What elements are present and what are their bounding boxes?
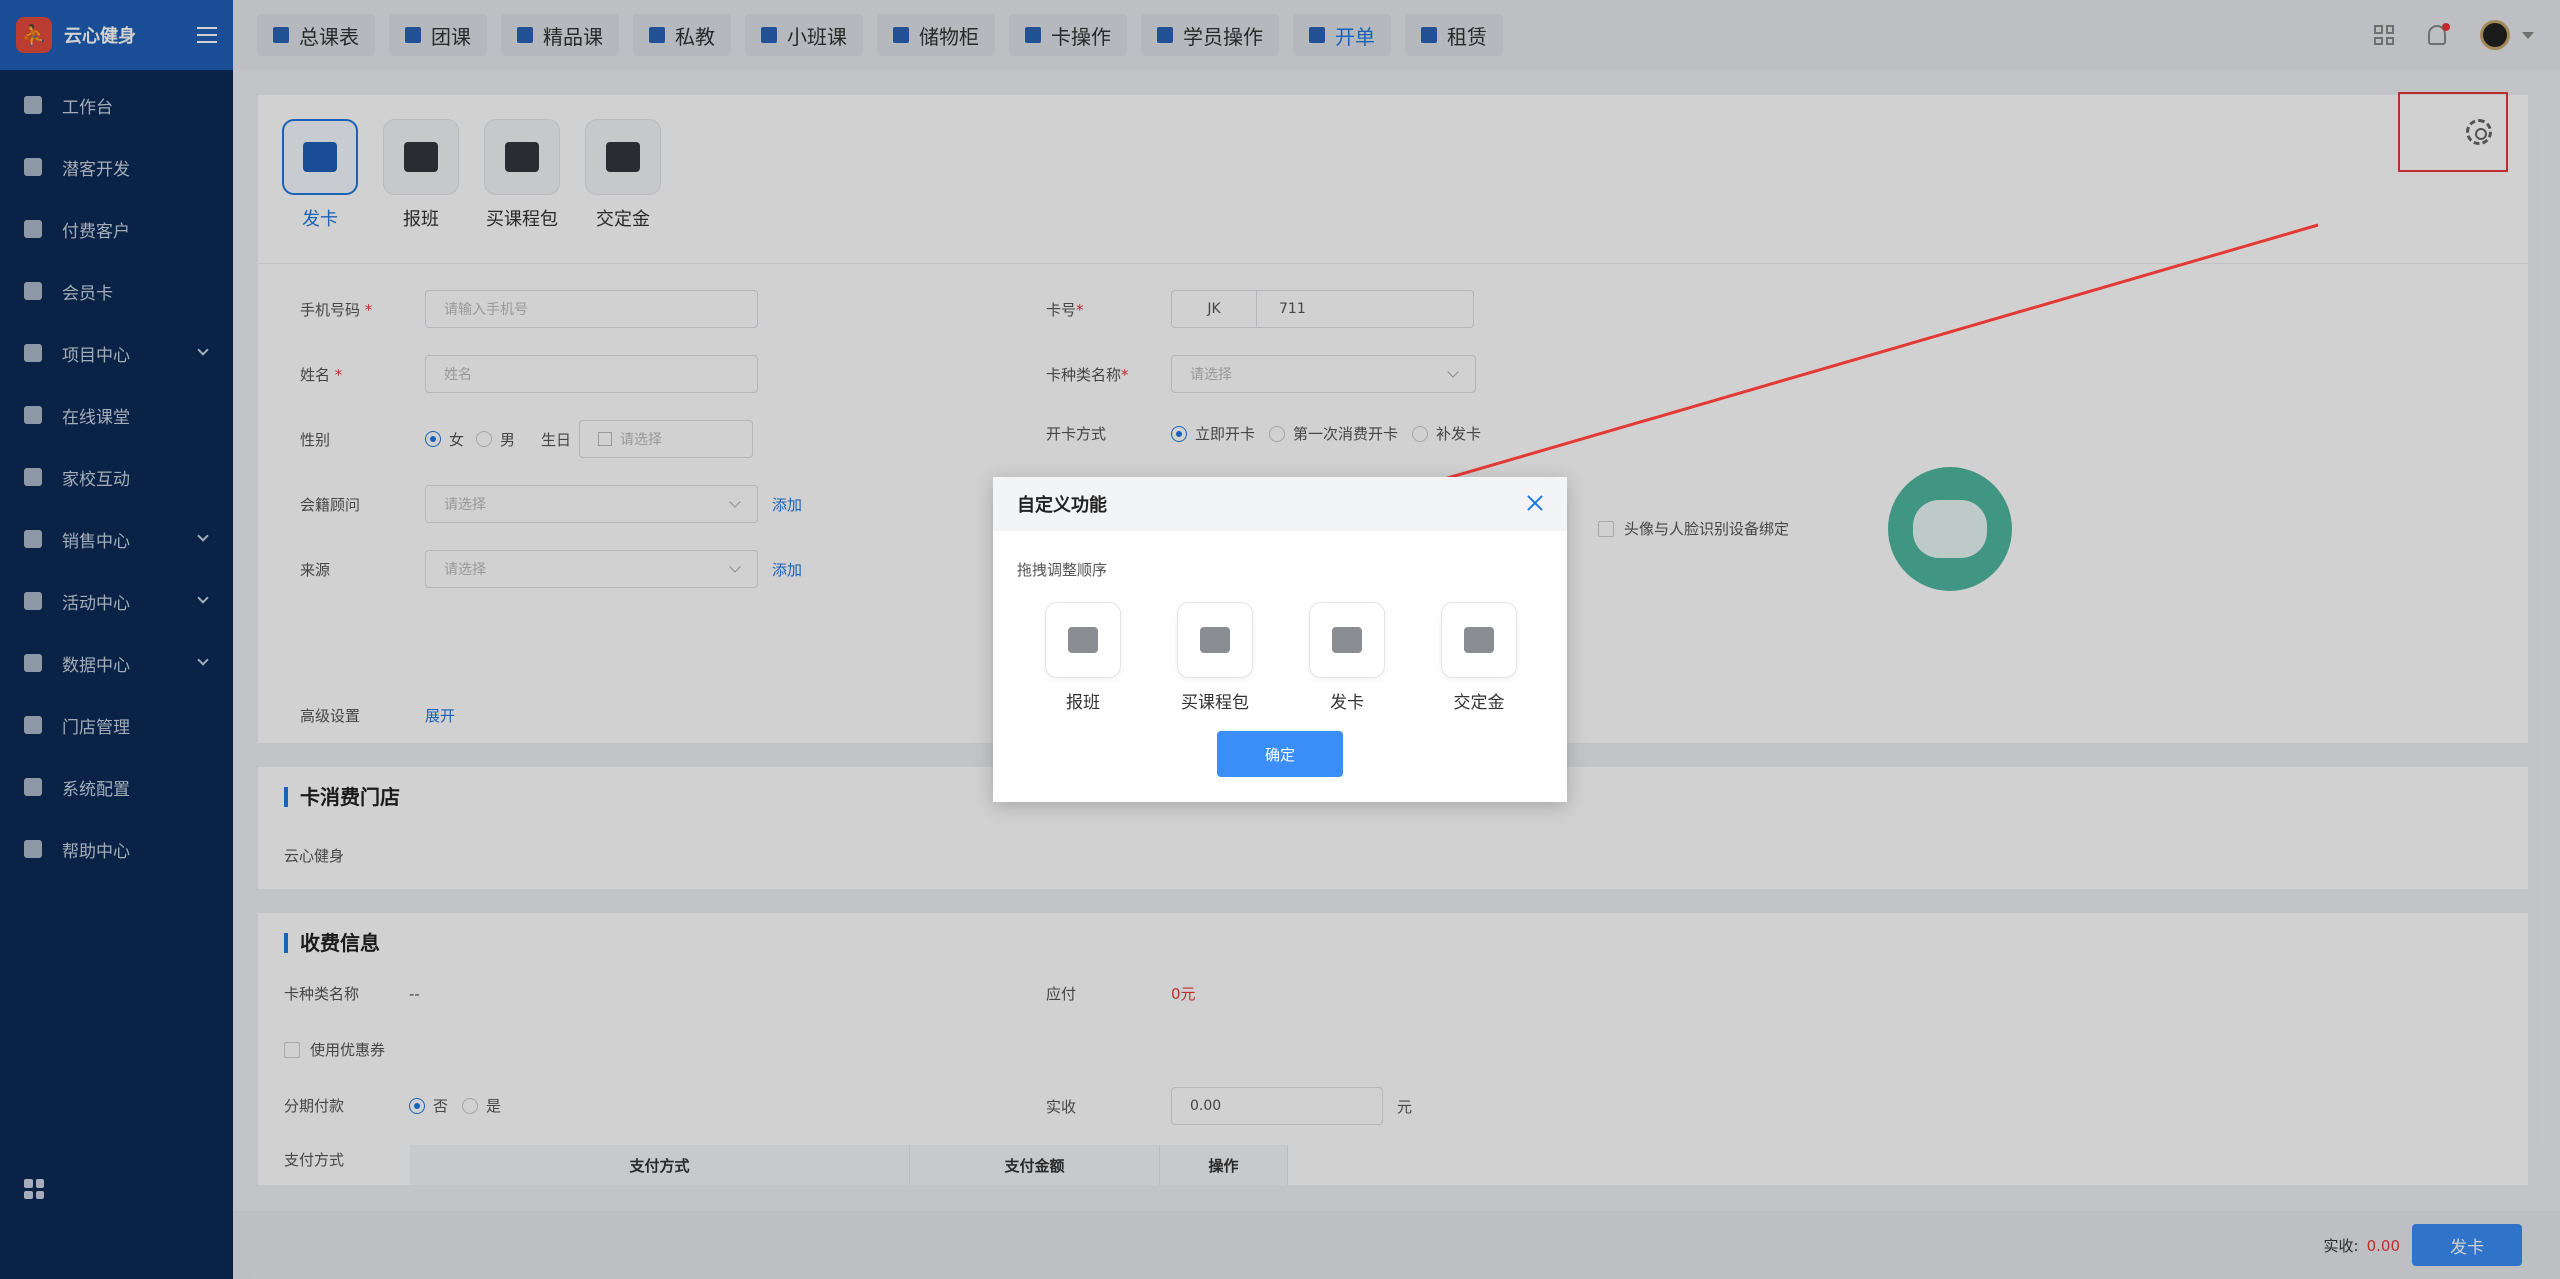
function-icon — [1332, 627, 1362, 653]
draggable-function-item[interactable]: 发卡 — [1309, 602, 1385, 713]
draggable-function-item[interactable]: 报班 — [1045, 602, 1121, 713]
draggable-function-item[interactable]: 交定金 — [1441, 602, 1517, 713]
draggable-item-label: 报班 — [1066, 693, 1100, 713]
function-icon — [1200, 627, 1230, 653]
draggable-function-item[interactable]: 买课程包 — [1177, 602, 1253, 713]
draggable-item-label: 发卡 — [1330, 693, 1364, 713]
dialog-header: 自定义功能 — [993, 477, 1567, 531]
close-icon[interactable] — [1527, 495, 1543, 511]
function-icon — [1464, 627, 1494, 653]
dialog-title: 自定义功能 — [1017, 495, 1107, 516]
function-icon — [1068, 627, 1098, 653]
draggable-tile[interactable] — [1045, 602, 1121, 678]
draggable-item-label: 交定金 — [1453, 693, 1505, 713]
dialog-items: 报班 买课程包 发卡 交定金 — [1045, 602, 1567, 713]
draggable-tile[interactable] — [1177, 602, 1253, 678]
customize-dialog: 自定义功能 拖拽调整顺序 报班 买课程包 发卡 交定金 确定 — [993, 477, 1567, 802]
dialog-hint: 拖拽调整顺序 — [1017, 561, 1108, 579]
draggable-tile[interactable] — [1309, 602, 1385, 678]
draggable-item-label: 买课程包 — [1181, 693, 1249, 713]
confirm-button[interactable]: 确定 — [1217, 731, 1343, 777]
draggable-tile[interactable] — [1441, 602, 1517, 678]
